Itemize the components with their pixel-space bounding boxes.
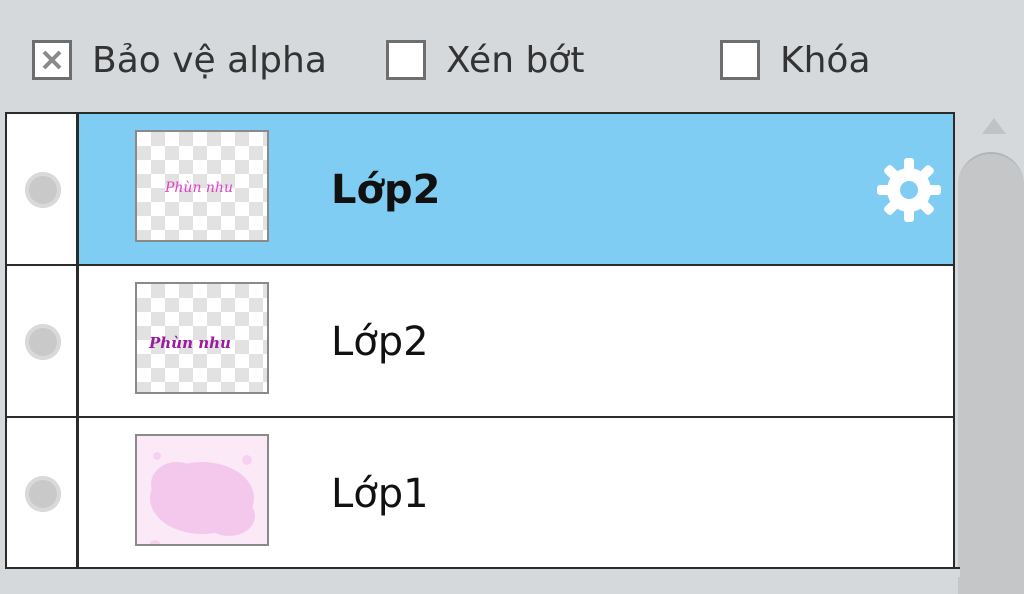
- layer-thumbnail: Phùn nhu: [135, 282, 269, 394]
- layer-row-main[interactable]: Lớp1: [79, 418, 953, 568]
- visibility-toggle[interactable]: [7, 114, 79, 264]
- layer-row[interactable]: Phùn nhu Lớp2: [7, 266, 953, 418]
- visibility-toggle[interactable]: [7, 418, 79, 568]
- layer-row-main[interactable]: Phùn nhu Lớp2: [79, 266, 953, 416]
- layer-list: Phùn nhu Lớp2 Phùn nhu Lớp2 Lớp1: [5, 112, 955, 575]
- clipping-label: Xén bớt: [446, 39, 585, 81]
- layer-name: Lớp1: [331, 471, 429, 517]
- pink-cloud-graphic: [149, 452, 255, 544]
- layer-options-toolbar: Bảo vệ alpha Xén bớt Khóa: [0, 0, 1024, 112]
- scroll-up-arrow-icon[interactable]: [982, 118, 1006, 134]
- lock-label: Khóa: [780, 39, 871, 81]
- clipping-option[interactable]: Xén bớt: [386, 36, 584, 84]
- layer-list-scrollbar[interactable]: [958, 112, 1024, 594]
- layer-name: Lớp2: [331, 167, 441, 213]
- alpha-protect-label: Bảo vệ alpha: [92, 39, 327, 81]
- layer-thumbnail: Phùn nhu: [135, 130, 269, 242]
- gear-icon[interactable]: [873, 154, 945, 226]
- thumbnail-text: Phùn nhu: [164, 180, 233, 196]
- lock-checkbox[interactable]: [720, 40, 760, 80]
- layer-row[interactable]: Lớp1: [7, 418, 953, 570]
- scrollbar-thumb[interactable]: [958, 152, 1024, 594]
- checkbox-x-icon: [42, 50, 62, 70]
- visibility-dot-icon[interactable]: [25, 324, 61, 360]
- layer-name: Lớp2: [331, 319, 429, 365]
- lock-option[interactable]: Khóa: [720, 36, 871, 84]
- layer-list-bottom-edge: [5, 567, 960, 577]
- thumbnail-text: Phùn nhu: [148, 334, 231, 352]
- visibility-toggle[interactable]: [7, 266, 79, 416]
- visibility-dot-icon[interactable]: [25, 172, 61, 208]
- layer-row-main[interactable]: Phùn nhu Lớp2: [79, 114, 953, 264]
- clipping-checkbox[interactable]: [386, 40, 426, 80]
- layer-row[interactable]: Phùn nhu Lớp2: [7, 114, 953, 266]
- layer-thumbnail: [135, 434, 269, 546]
- visibility-dot-icon[interactable]: [25, 476, 61, 512]
- alpha-protect-checkbox[interactable]: [32, 40, 72, 80]
- alpha-protect-option[interactable]: Bảo vệ alpha: [32, 36, 327, 84]
